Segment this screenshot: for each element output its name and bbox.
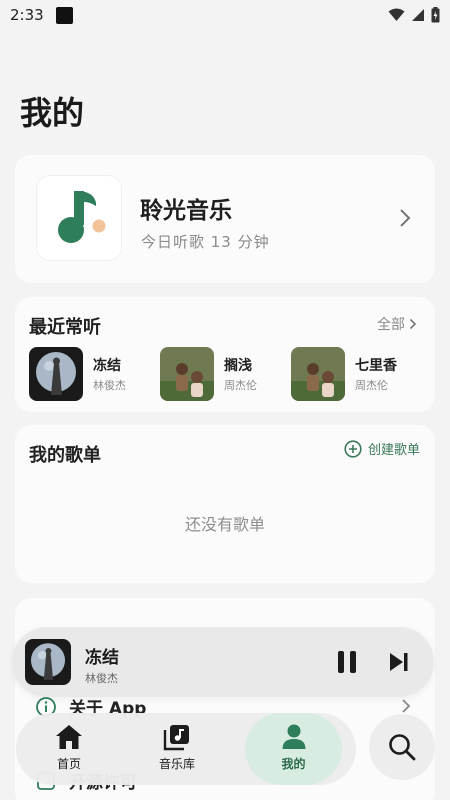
bottom-navigation: 首页 音乐库 我的 <box>16 713 356 785</box>
profile-icon <box>282 724 305 749</box>
album-cover <box>160 347 214 401</box>
chevron-right-icon <box>400 209 411 227</box>
status-indicators <box>388 7 440 23</box>
nav-item-profile[interactable]: 我的 <box>245 713 342 785</box>
recent-song-title: 七里香 <box>355 358 397 374</box>
now-playing-cover <box>25 639 71 685</box>
recent-section: 最近常听 全部 冻结 林俊杰 搁浅 周杰伦 七里香 周杰伦 <box>15 297 435 412</box>
wifi-icon <box>388 8 405 21</box>
create-playlist-label: 创建歌单 <box>367 443 420 458</box>
now-playing-title: 冻结 <box>85 648 119 668</box>
recent-artist: 林俊杰 <box>93 379 126 392</box>
recent-song-title: 搁浅 <box>224 358 252 374</box>
recent-item[interactable]: 七里香 周杰伦 <box>291 347 421 403</box>
profile-card[interactable]: 聆光音乐 今日听歌 13 分钟 <box>15 155 435 283</box>
album-cover <box>291 347 345 401</box>
recent-item[interactable]: 搁浅 周杰伦 <box>160 347 290 403</box>
recent-item[interactable]: 冻结 林俊杰 <box>29 347 159 403</box>
home-icon <box>56 725 82 749</box>
see-all-label: 全部 <box>377 317 405 333</box>
playlists-title: 我的歌单 <box>29 445 101 466</box>
nav-item-home[interactable]: 首页 <box>24 713 114 785</box>
pause-icon[interactable] <box>333 649 361 675</box>
nav-label: 音乐库 <box>158 757 195 771</box>
page-title: 我的 <box>20 94 85 132</box>
search-button[interactable] <box>369 714 435 780</box>
add-circle-icon <box>344 439 362 458</box>
search-icon <box>389 734 416 761</box>
listen-time: 今日听歌 13 分钟 <box>141 233 270 251</box>
recent-artist: 周杰伦 <box>355 379 388 392</box>
nav-item-library[interactable]: 音乐库 <box>132 713 222 785</box>
empty-playlists-text: 还没有歌单 <box>184 515 265 534</box>
skip-next-icon[interactable] <box>387 651 411 673</box>
music-library-icon <box>163 725 189 751</box>
album-cover <box>29 347 83 401</box>
app-logo <box>36 175 122 261</box>
status-time: 2:33 <box>10 6 44 24</box>
nav-label: 我的 <box>281 757 306 771</box>
chevron-right-icon <box>409 318 417 330</box>
signal-icon <box>412 9 424 21</box>
mini-player[interactable]: 冻结 林俊杰 <box>12 627 434 697</box>
now-playing-artist: 林俊杰 <box>85 672 118 685</box>
see-all-button[interactable]: 全部 <box>377 314 417 334</box>
recent-song-title: 冻结 <box>93 358 121 374</box>
battery-icon <box>431 7 440 23</box>
nav-label: 首页 <box>56 757 81 771</box>
recent-title: 最近常听 <box>29 317 101 338</box>
music-note-logo-icon <box>58 191 106 243</box>
status-bar: 2:33 <box>0 0 450 30</box>
app-name: 聆光音乐 <box>140 198 232 224</box>
chevron-right-icon <box>402 699 411 713</box>
create-playlist-button[interactable]: 创建歌单 <box>344 439 420 458</box>
notification-icon <box>55 6 73 24</box>
playlists-section: 我的歌单 创建歌单 还没有歌单 <box>15 425 435 583</box>
recent-artist: 周杰伦 <box>224 379 257 392</box>
